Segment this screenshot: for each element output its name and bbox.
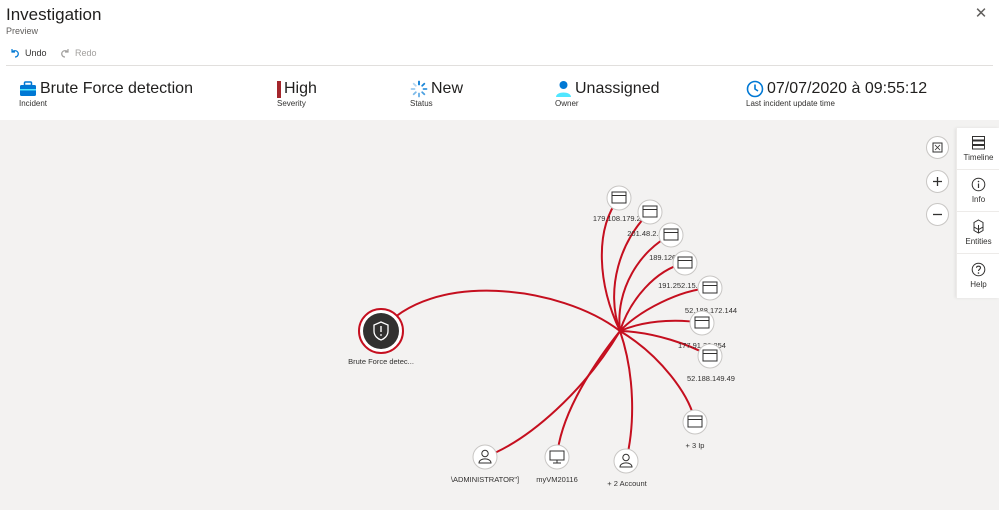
page-subtitle: Preview bbox=[6, 26, 39, 36]
ip-node-label: 52.188.149.49 bbox=[687, 374, 735, 383]
account-node[interactable]: + 2 Account bbox=[607, 448, 648, 488]
redo-label: Redo bbox=[75, 48, 97, 58]
alert-node-label: Brute Force detec... bbox=[348, 357, 414, 366]
incident-label: Incident bbox=[19, 99, 48, 108]
status-value: New bbox=[431, 80, 464, 97]
side-item-label: Info bbox=[971, 195, 986, 204]
status-field: New Status bbox=[410, 80, 463, 108]
undo-icon bbox=[11, 49, 19, 58]
side-item-help[interactable]: Help bbox=[957, 254, 999, 296]
investigation-graph: Brute Force detec... 179.108.179.2... 20… bbox=[348, 185, 737, 488]
fit-to-screen-button[interactable] bbox=[926, 136, 949, 159]
spinner-icon bbox=[410, 80, 428, 98]
zoom-out-icon bbox=[933, 213, 942, 216]
fit-to-screen-icon bbox=[932, 142, 943, 153]
alert-node[interactable]: Brute Force detec... bbox=[348, 308, 414, 366]
undo-label: Undo bbox=[25, 48, 47, 58]
status-label: Status bbox=[410, 99, 433, 108]
ip-node-label: 201.48.2... bbox=[627, 229, 662, 238]
edge-account-1 bbox=[484, 330, 621, 458]
update-time-label: Last incident update time bbox=[746, 99, 835, 108]
edge-computer bbox=[556, 330, 621, 458]
edge-account-2 bbox=[619, 330, 634, 462]
account-node-label: + 2 Account bbox=[607, 479, 647, 488]
owner-field: Unassigned Owner bbox=[555, 80, 660, 108]
side-item-entities[interactable]: Entities bbox=[957, 212, 999, 254]
investigation-graph-canvas[interactable]: Brute Force detec... 179.108.179.2... 20… bbox=[0, 120, 999, 510]
ip-node[interactable]: + 3 Ip bbox=[682, 409, 708, 450]
briefcase-icon bbox=[20, 81, 36, 96]
severity-field: High Severity bbox=[277, 80, 317, 108]
person-icon bbox=[556, 81, 571, 97]
severity-value: High bbox=[284, 80, 317, 97]
incident-field: Brute Force detection Incident bbox=[19, 80, 193, 108]
ip-node-label: 52.188.172.144 bbox=[685, 306, 737, 315]
entities-icon bbox=[973, 219, 984, 234]
incident-summary: Brute Force detection Incident High Seve… bbox=[0, 66, 999, 120]
side-item-info[interactable]: Info bbox=[957, 170, 999, 212]
redo-button[interactable]: Redo bbox=[60, 46, 97, 60]
close-icon[interactable]: ✕ bbox=[973, 6, 989, 22]
side-item-label: Entities bbox=[965, 237, 992, 246]
owner-value: Unassigned bbox=[575, 80, 660, 97]
incident-title: Brute Force detection bbox=[40, 80, 193, 97]
account-node[interactable]: \ADMINISTRATOR"] bbox=[451, 444, 519, 484]
ip-node-label: 191.252.15... bbox=[658, 281, 702, 290]
computer-node[interactable]: myVM20116 bbox=[536, 444, 578, 484]
side-item-label: Timeline bbox=[963, 153, 994, 162]
ip-node[interactable]: 177.91.32.254 bbox=[678, 310, 726, 350]
side-item-timeline[interactable]: Timeline bbox=[957, 128, 999, 170]
edge-alert bbox=[380, 289, 621, 332]
owner-label: Owner bbox=[555, 99, 579, 108]
undo-button[interactable]: Undo bbox=[10, 46, 47, 60]
update-time-field: 07/07/2020 à 09:55:12 Last incident upda… bbox=[746, 80, 927, 108]
account-node-label: \ADMINISTRATOR"] bbox=[451, 475, 519, 484]
help-icon bbox=[971, 262, 986, 276]
timeline-icon bbox=[972, 136, 985, 150]
severity-bar bbox=[277, 80, 281, 98]
update-time-value: 07/07/2020 à 09:55:12 bbox=[767, 80, 928, 97]
zoom-out-button[interactable] bbox=[926, 203, 949, 226]
zoom-in-icon bbox=[933, 177, 942, 186]
clock-icon bbox=[746, 80, 764, 98]
ip-node-label: + 3 Ip bbox=[686, 441, 705, 450]
severity-label: Severity bbox=[277, 99, 306, 108]
computer-node-label: myVM20116 bbox=[536, 475, 578, 484]
side-item-label: Help bbox=[970, 279, 987, 289]
page-title: Investigation bbox=[6, 5, 102, 24]
zoom-in-button[interactable] bbox=[926, 170, 949, 193]
info-icon bbox=[971, 177, 986, 192]
side-panel: Timeline Info Entities Help bbox=[956, 128, 999, 298]
header: Investigation Preview ✕ Undo Redo bbox=[0, 0, 999, 66]
redo-icon bbox=[61, 49, 69, 58]
